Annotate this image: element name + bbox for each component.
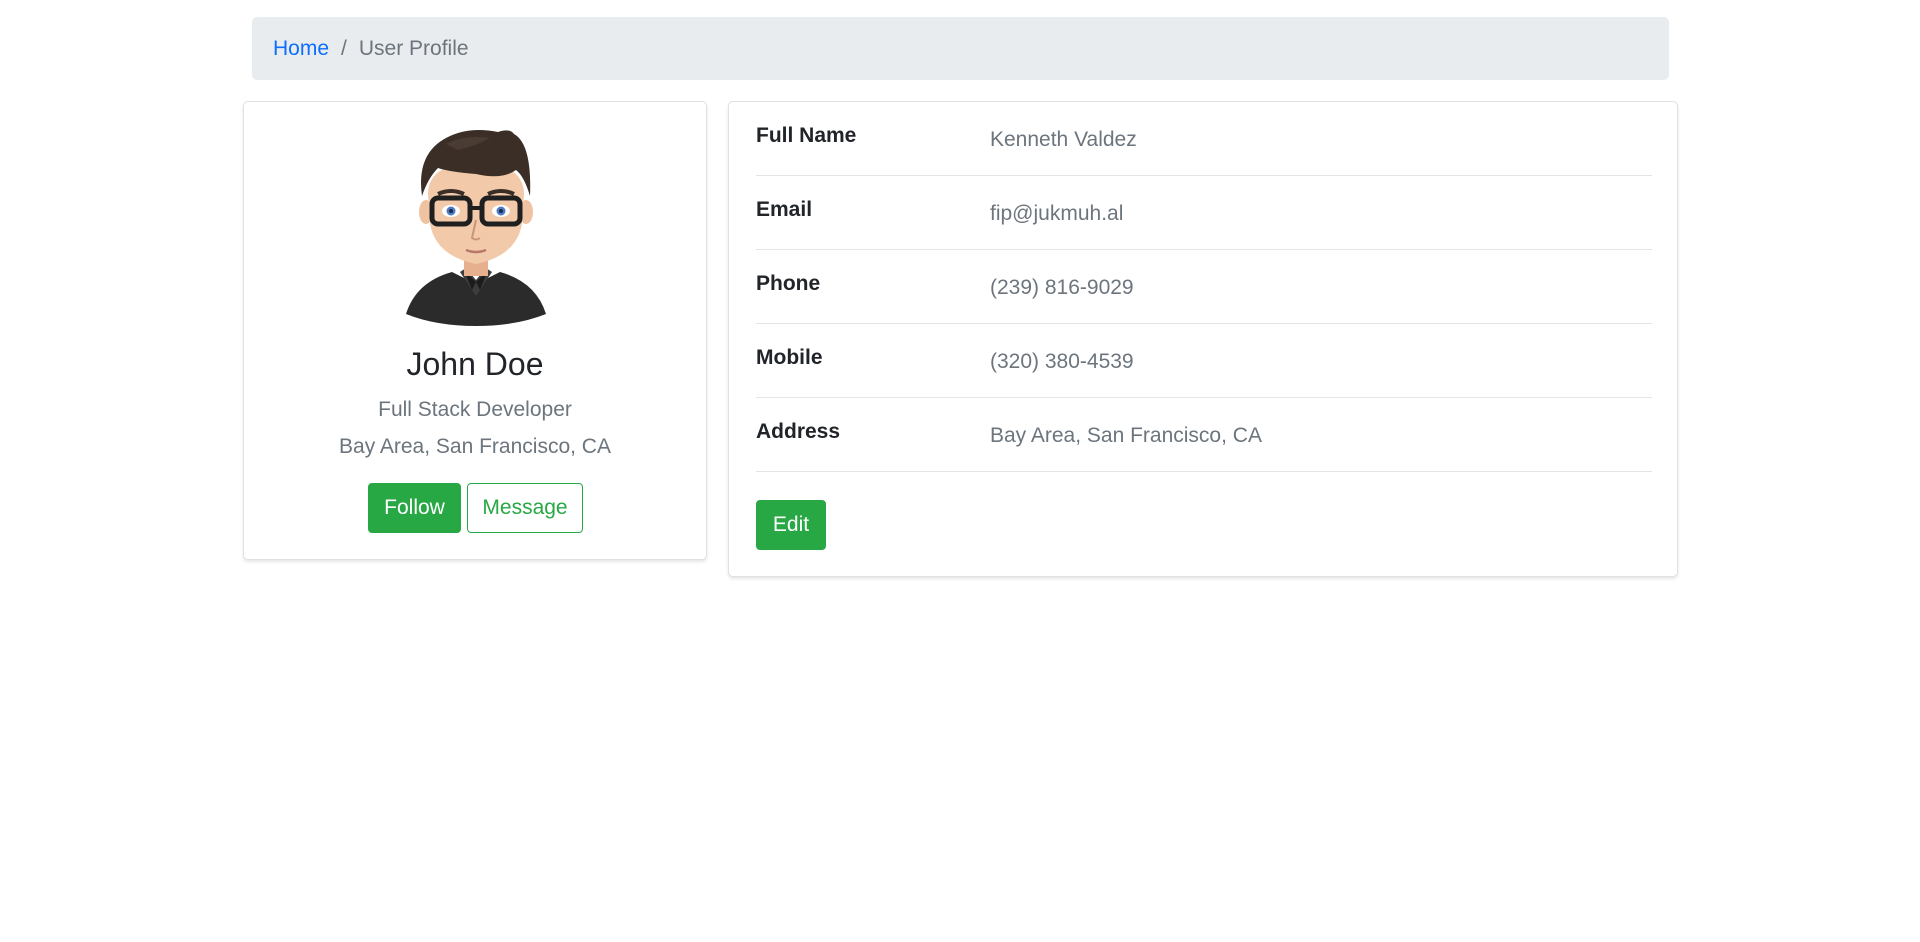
detail-label: Full Name xyxy=(756,124,857,147)
detail-label: Phone xyxy=(756,272,821,295)
detail-value: Bay Area, San Francisco, CA xyxy=(990,424,1262,447)
profile-title: Full Stack Developer xyxy=(378,398,572,421)
detail-label: Address xyxy=(756,420,841,443)
detail-row-full-name: Full Name Kenneth Valdez xyxy=(756,102,1652,176)
profile-location: Bay Area, San Francisco, CA xyxy=(339,435,611,458)
detail-value: (320) 380-4539 xyxy=(990,350,1134,373)
detail-row-email: Email fip@jukmuh.al xyxy=(756,176,1652,250)
detail-value: fip@jukmuh.al xyxy=(990,202,1124,225)
detail-row-phone: Phone (239) 816-9029 xyxy=(756,250,1652,324)
breadcrumb-current: User Profile xyxy=(358,36,469,60)
detail-value: Kenneth Valdez xyxy=(990,128,1137,151)
breadcrumb: Home / User Profile xyxy=(252,17,1669,80)
follow-button[interactable]: Follow xyxy=(368,483,461,533)
message-button[interactable]: Message xyxy=(467,483,583,533)
avatar xyxy=(406,130,546,326)
detail-row-mobile: Mobile (320) 380-4539 xyxy=(756,324,1652,398)
detail-value: (239) 816-9029 xyxy=(990,276,1134,299)
breadcrumb-separator: / xyxy=(341,36,347,60)
breadcrumb-home-link[interactable]: Home xyxy=(273,37,329,61)
detail-row-address: Address Bay Area, San Francisco, CA xyxy=(756,398,1652,472)
details-card: Full Name Kenneth Valdez Email fip@jukmu… xyxy=(728,101,1678,577)
profile-card: John Doe Full Stack Developer Bay Area, … xyxy=(243,101,707,560)
detail-label: Email xyxy=(756,198,813,221)
edit-button[interactable]: Edit xyxy=(756,500,826,550)
profile-name: John Doe xyxy=(406,346,544,382)
detail-label: Mobile xyxy=(756,346,823,369)
page: Home / User Profile John Doe Full Stack … xyxy=(0,0,1920,942)
